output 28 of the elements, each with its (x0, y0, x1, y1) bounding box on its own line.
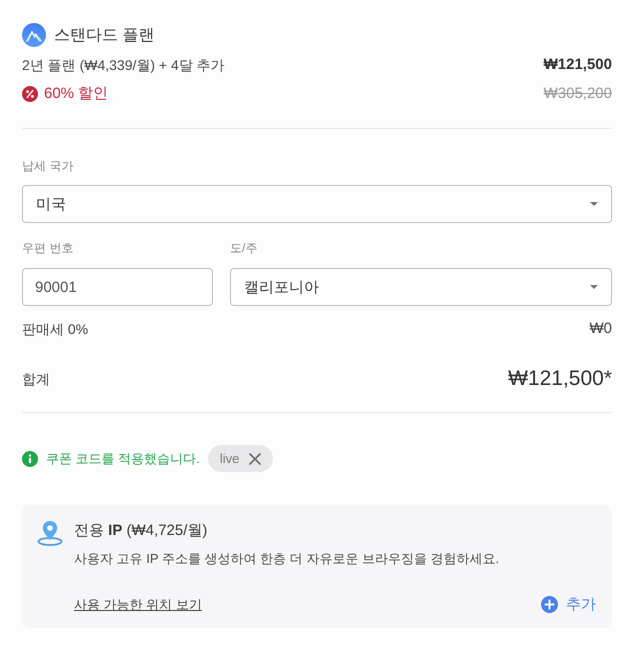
sales-tax-label: 판매세 0% (22, 320, 88, 339)
plan-name: 스탠다드 플랜 (54, 26, 154, 46)
addon-description: 사용자 고유 IP 주소를 생성하여 한층 더 자유로운 브라우징을 경험하세요. (74, 550, 500, 568)
original-price: ₩305,200 (544, 84, 612, 104)
discount-text: 60% 할인 (44, 84, 108, 104)
field-label: 납세 국가 (22, 158, 74, 174)
percent-icon (22, 86, 38, 102)
coupon-message: 쿠폰 코드를 적용했습니다. (46, 450, 200, 468)
field-label: 도/주 (230, 240, 258, 256)
total-amount: ₩121,500* (508, 366, 612, 392)
plus-circle-icon (541, 596, 558, 613)
dropdown-field[interactable]: 캘리포니아 (230, 268, 612, 306)
caret-icon (590, 285, 598, 289)
total-label: 합계 (22, 370, 50, 389)
sales-tax-amount: ₩0 (590, 319, 612, 339)
plan-price: ₩121,500 (544, 55, 612, 75)
caret-icon (590, 202, 598, 206)
location-pin-icon (37, 520, 63, 546)
locations-link[interactable]: 사용 가능한 위치 보기 (74, 596, 202, 614)
dropdown-field[interactable]: 미국 (22, 185, 612, 223)
close-icon[interactable] (249, 452, 262, 464)
plan-description: 2년 플랜 (₩4,339/월) + 4달 추가 (22, 56, 225, 75)
input-field[interactable]: 90001 (22, 268, 213, 306)
field-label: 우편 번호 (22, 240, 74, 256)
info-icon (22, 450, 38, 466)
addon-title: 전용 IP (₩4,725/월) (74, 521, 208, 541)
logo-icon (22, 23, 46, 47)
coupon-code: live (220, 451, 240, 466)
